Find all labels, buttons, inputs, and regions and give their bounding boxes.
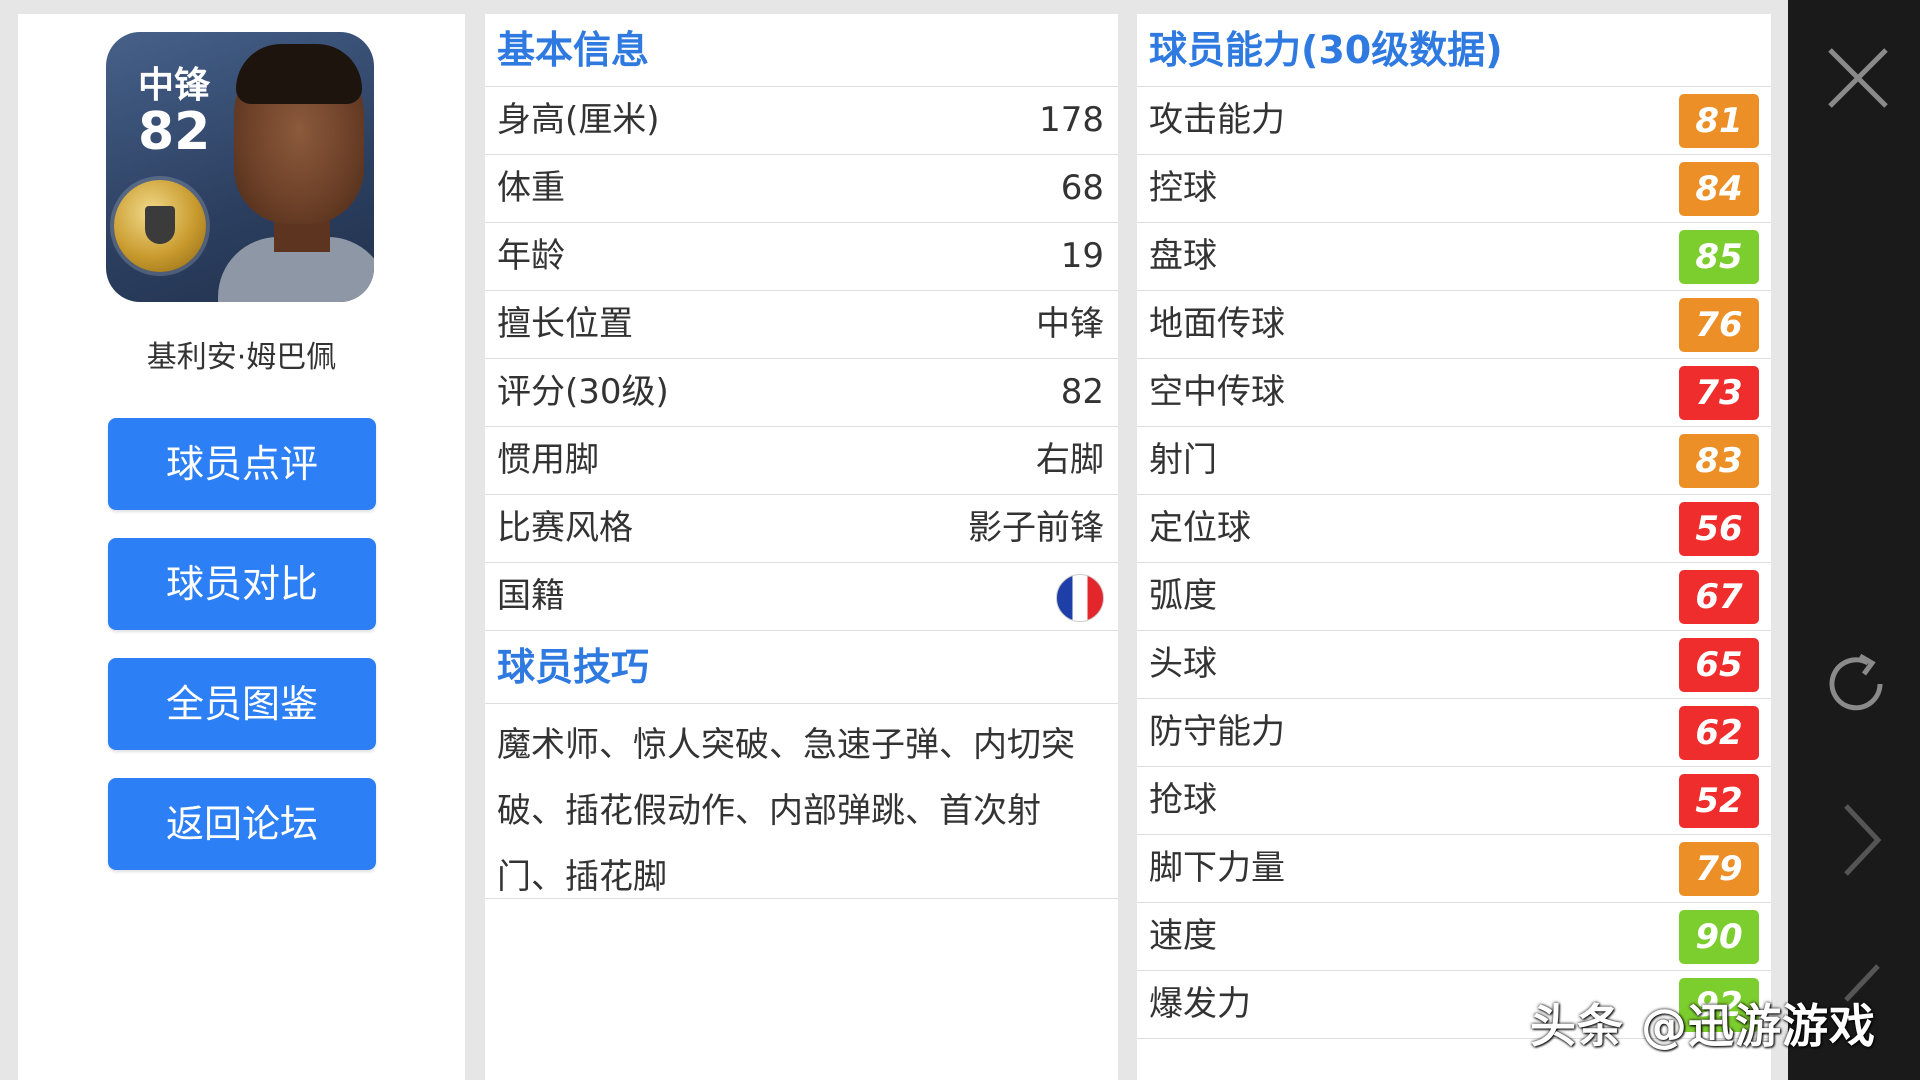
- ability-row: 地面传球 76: [1137, 291, 1771, 359]
- ability-row: 攻击能力 81: [1137, 87, 1771, 155]
- all-players-catalog-button[interactable]: 全员图鉴: [108, 658, 376, 750]
- ability-score-badge: 56: [1679, 502, 1759, 556]
- ability-label: 盘球: [1149, 236, 1217, 276]
- ability-score-badge: 52: [1679, 774, 1759, 828]
- ability-label: 地面传球: [1149, 304, 1285, 344]
- info-label: 擅长位置: [497, 304, 633, 344]
- info-value: 右脚: [1036, 440, 1104, 480]
- ability-label: 速度: [1149, 916, 1217, 956]
- info-value: 19: [1060, 236, 1104, 276]
- ability-label: 射门: [1149, 440, 1217, 480]
- info-value: 中锋: [1036, 304, 1104, 344]
- info-row: 评分(30级) 82: [485, 359, 1118, 427]
- info-row: 擅长位置 中锋: [485, 291, 1118, 359]
- ability-score-badge: 76: [1679, 298, 1759, 352]
- ability-row: 射门 83: [1137, 427, 1771, 495]
- info-label: 比赛风格: [497, 508, 633, 548]
- next-arrow-icon[interactable]: [1836, 800, 1886, 880]
- ability-score-badge: 67: [1679, 570, 1759, 624]
- ability-score-badge: 84: [1679, 162, 1759, 216]
- ability-score-badge: 65: [1679, 638, 1759, 692]
- player-sidebar: 中锋 82 基利安·姆巴佩 球员点评 球员对比 全员图鉴 返回论坛: [18, 14, 465, 1080]
- ability-label: 爆发力: [1149, 984, 1251, 1024]
- ability-score-badge: 73: [1679, 366, 1759, 420]
- info-value: 68: [1060, 168, 1104, 208]
- ability-label: 攻击能力: [1149, 100, 1285, 140]
- player-name: 基利安·姆巴佩: [146, 340, 337, 375]
- crest-icon: [145, 206, 175, 244]
- player-compare-button[interactable]: 球员对比: [108, 538, 376, 630]
- ability-row: 头球 65: [1137, 631, 1771, 699]
- ability-row: 控球 84: [1137, 155, 1771, 223]
- info-label: 年龄: [497, 236, 565, 276]
- ability-label: 脚下力量: [1149, 848, 1285, 888]
- ability-row: 弧度 67: [1137, 563, 1771, 631]
- ability-label: 空中传球: [1149, 372, 1285, 412]
- ability-label: 弧度: [1149, 576, 1217, 616]
- ability-score-badge: 90: [1679, 910, 1759, 964]
- player-card: 中锋 82: [106, 32, 374, 302]
- info-value: 178: [1039, 100, 1104, 140]
- card-rating: 82: [138, 102, 211, 162]
- info-value: 82: [1060, 372, 1104, 412]
- player-review-button[interactable]: 球员点评: [108, 418, 376, 510]
- info-row: 国籍: [485, 563, 1118, 631]
- ability-score-badge: 85: [1679, 230, 1759, 284]
- skills-text: 魔术师、惊人突破、急速子弹、内切突破、插花假动作、内部弹跳、首次射门、插花脚: [485, 704, 1118, 899]
- card-position: 中锋: [138, 65, 211, 106]
- info-label: 评分(30级): [497, 372, 669, 412]
- info-label: 体重: [497, 168, 565, 208]
- basic-info-title: 基本信息: [485, 14, 1118, 87]
- ability-row: 定位球 56: [1137, 495, 1771, 563]
- gold-badge-icon: [114, 180, 206, 272]
- ability-row: 速度 90: [1137, 903, 1771, 971]
- ability-row: 盘球 85: [1137, 223, 1771, 291]
- ability-label: 定位球: [1149, 508, 1251, 548]
- ability-score-badge: 83: [1679, 434, 1759, 488]
- ability-panel: 球员能力(30级数据) 攻击能力 81 控球 84 盘球 85 地面传球 76 空中传球 73 射门…: [1137, 14, 1771, 1080]
- info-label: 身高(厘米): [497, 100, 660, 140]
- ability-score-badge: 62: [1679, 706, 1759, 760]
- refresh-icon[interactable]: [1818, 646, 1894, 722]
- basic-info-panel: 基本信息 身高(厘米) 178 体重 68 年龄 19 擅长位置 中锋评分(30级) 82 惯用脚…: [485, 14, 1118, 1080]
- watermark: 头条 @迅游游戏: [1530, 999, 1877, 1053]
- ability-row: 空中传球 73: [1137, 359, 1771, 427]
- ability-title: 球员能力(30级数据): [1137, 14, 1771, 87]
- info-row: 惯用脚 右脚: [485, 427, 1118, 495]
- player-photo-hair: [236, 44, 362, 104]
- info-row: 比赛风格 影子前锋: [485, 495, 1118, 563]
- info-row: 体重 68: [485, 155, 1118, 223]
- info-row: 年龄 19: [485, 223, 1118, 291]
- ability-row: 防守能力 62: [1137, 699, 1771, 767]
- side-rail: [1788, 0, 1920, 1080]
- info-label: 惯用脚: [497, 440, 599, 480]
- ability-label: 控球: [1149, 168, 1217, 208]
- info-label: 国籍: [497, 576, 565, 616]
- ability-row: 脚下力量 79: [1137, 835, 1771, 903]
- ability-score-badge: 81: [1679, 94, 1759, 148]
- close-icon[interactable]: [1822, 42, 1894, 114]
- info-row: 身高(厘米) 178: [485, 87, 1118, 155]
- ability-label: 抢球: [1149, 780, 1217, 820]
- ability-label: 头球: [1149, 644, 1217, 684]
- info-value: 影子前锋: [968, 508, 1104, 548]
- back-to-forum-button[interactable]: 返回论坛: [108, 778, 376, 870]
- ability-row: 抢球 52: [1137, 767, 1771, 835]
- ability-score-badge: 79: [1679, 842, 1759, 896]
- france-flag-icon: [1056, 574, 1104, 622]
- ability-label: 防守能力: [1149, 712, 1285, 752]
- skills-title: 球员技巧: [485, 631, 1118, 704]
